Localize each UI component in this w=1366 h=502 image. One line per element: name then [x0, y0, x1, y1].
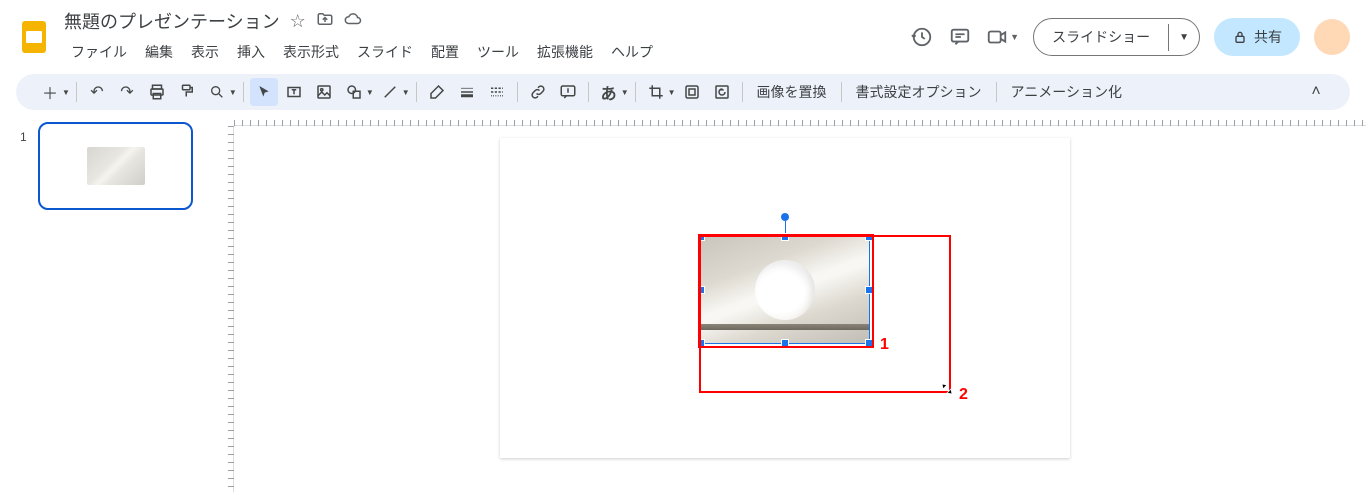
slide-canvas[interactable]: 1 2 — [500, 138, 1070, 458]
resize-cursor-icon — [940, 382, 956, 398]
zoom-button[interactable] — [203, 78, 231, 106]
undo-button[interactable]: ↶ — [83, 78, 111, 106]
menu-edit[interactable]: 編集 — [138, 38, 180, 66]
format-options-button[interactable]: 書式設定オプション — [848, 78, 990, 106]
print-button[interactable] — [143, 78, 171, 106]
annotation-label-1: 1 — [880, 336, 889, 354]
lock-icon — [1232, 29, 1248, 45]
textbox-button[interactable] — [280, 78, 308, 106]
inserted-image[interactable] — [700, 236, 870, 344]
new-slide-button[interactable]: ＋ — [36, 78, 64, 106]
slide-thumbnail-1[interactable] — [38, 122, 193, 210]
user-avatar[interactable] — [1314, 19, 1350, 55]
menu-format[interactable]: 表示形式 — [276, 38, 346, 66]
replace-image-button[interactable]: 画像を置換 — [749, 78, 835, 106]
crop-button[interactable] — [642, 78, 670, 106]
input-tool-button[interactable]: あ — [595, 78, 623, 106]
meet-icon[interactable]: ▼ — [986, 25, 1019, 49]
link-button[interactable] — [524, 78, 552, 106]
border-weight-button[interactable] — [453, 78, 481, 106]
slide-panel: 1 — [0, 110, 210, 492]
redo-button[interactable]: ↷ — [113, 78, 141, 106]
slideshow-button[interactable]: スライドショー — [1034, 19, 1168, 55]
document-title[interactable]: 無題のプレゼンテーション — [64, 8, 280, 34]
thumbnail-image — [87, 147, 145, 185]
mask-button[interactable] — [678, 78, 706, 106]
border-color-button[interactable] — [423, 78, 451, 106]
history-icon[interactable] — [910, 25, 934, 49]
comments-icon[interactable] — [948, 25, 972, 49]
paint-format-button[interactable] — [173, 78, 201, 106]
cloud-status-icon[interactable] — [344, 10, 362, 33]
menu-slide[interactable]: スライド — [350, 38, 420, 66]
shape-button[interactable] — [340, 78, 368, 106]
menu-arrange[interactable]: 配置 — [424, 38, 466, 66]
move-folder-icon[interactable] — [316, 10, 334, 33]
canvas-area[interactable]: 1 2 — [210, 110, 1366, 492]
rotation-handle[interactable] — [781, 213, 789, 221]
image-button[interactable] — [310, 78, 338, 106]
slide-number: 1 — [20, 130, 27, 144]
share-label: 共有 — [1254, 27, 1282, 47]
horizontal-ruler — [234, 110, 1366, 126]
slideshow-dropdown[interactable]: ▼ — [1168, 24, 1199, 51]
menu-view[interactable]: 表示 — [184, 38, 226, 66]
star-icon[interactable]: ☆ — [290, 11, 306, 32]
menu-file[interactable]: ファイル — [64, 38, 134, 66]
annotation-label-2: 2 — [959, 386, 968, 404]
app-logo[interactable] — [16, 19, 52, 55]
menu-help[interactable]: ヘルプ — [604, 38, 660, 66]
share-button[interactable]: 共有 — [1214, 18, 1300, 56]
collapse-toolbar-button[interactable]: ˄ — [1302, 78, 1330, 106]
border-dash-button[interactable] — [483, 78, 511, 106]
select-tool[interactable] — [250, 78, 278, 106]
menu-insert[interactable]: 挿入 — [230, 38, 272, 66]
vertical-ruler — [210, 126, 234, 492]
animation-button[interactable]: アニメーション化 — [1003, 78, 1130, 106]
menu-extensions[interactable]: 拡張機能 — [530, 38, 600, 66]
menu-tools[interactable]: ツール — [470, 38, 526, 66]
comment-button[interactable] — [554, 78, 582, 106]
reset-image-button[interactable] — [708, 78, 736, 106]
line-button[interactable] — [376, 78, 404, 106]
